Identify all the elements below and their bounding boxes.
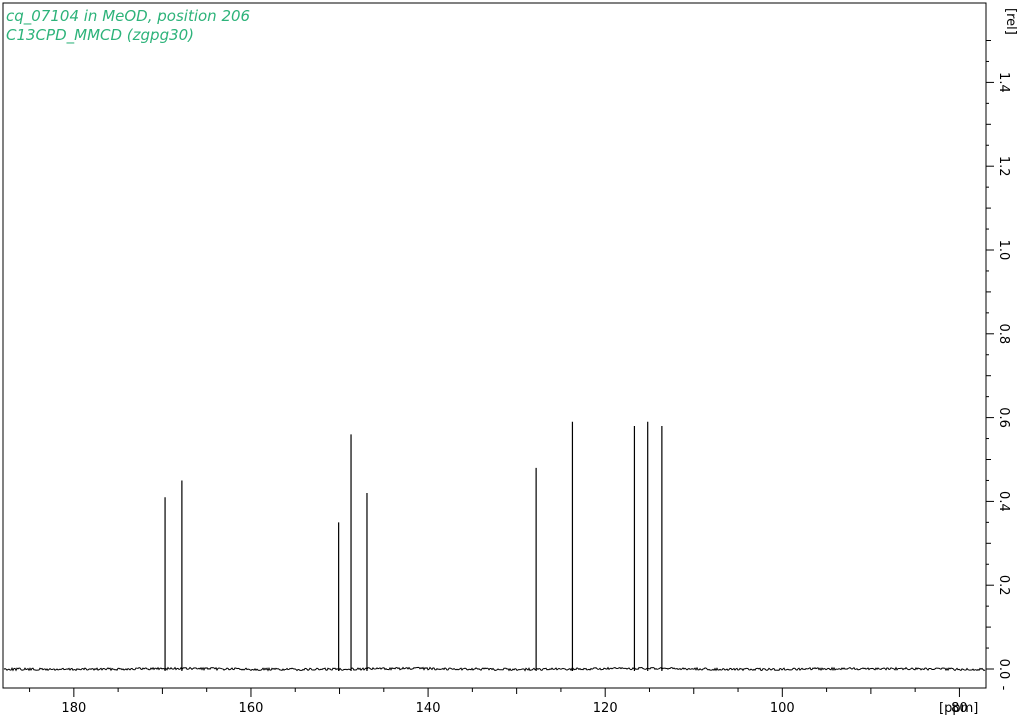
- y-tick-label: 1.2: [996, 156, 1011, 177]
- y-tick-label: 1.4: [996, 72, 1011, 93]
- y-tick-label: 0.4: [996, 491, 1011, 512]
- y-tick-label: 0.2: [996, 575, 1011, 596]
- sample-title: cq_07104 in MeOD, position 206: [6, 7, 250, 26]
- y-tick-label: 0.0: [996, 659, 1011, 680]
- y-unit-label: [rel]: [1003, 8, 1017, 35]
- x-axis: 180 160 140 120 100 80: [29, 688, 968, 716]
- y-tick-label: 1.0: [996, 240, 1011, 261]
- x-tick-label: 140: [416, 701, 441, 716]
- pulse-program-label: C13CPD_MMCD (zgpg30): [6, 26, 194, 45]
- plot-frame: [2, 2, 987, 689]
- x-tick-label: 100: [770, 701, 795, 716]
- y-axis: 0.0 0.2 0.4 0.6 0.8 1.0 1.2 1.4 -: [986, 40, 1011, 691]
- peaks: [164, 421, 663, 671]
- x-tick-label: 160: [239, 701, 264, 716]
- x-tick-label: 120: [593, 701, 618, 716]
- spectrum-chart: cq_07104 in MeOD, position 206 C13CPD_MM…: [2, 2, 1017, 716]
- nmr-spectrum-view: cq_07104 in MeOD, position 206 C13CPD_MM…: [0, 0, 1017, 720]
- x-unit-label: [ppm]: [939, 701, 978, 716]
- y-tick-label: 0.8: [996, 323, 1011, 344]
- x-tick-label: 180: [61, 701, 86, 716]
- y-tail-label: -: [996, 686, 1011, 691]
- spectrum-trace: [3, 666, 986, 672]
- y-tick-label: 0.6: [996, 407, 1011, 428]
